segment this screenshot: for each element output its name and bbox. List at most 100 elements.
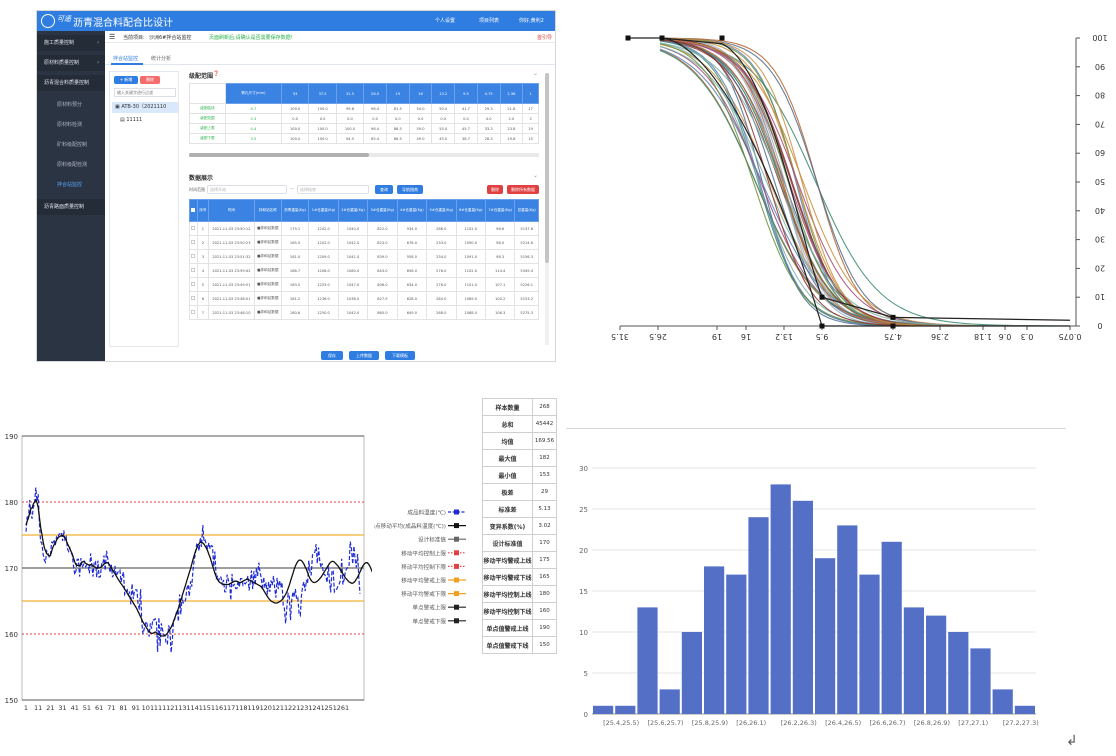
data-cell: 1 [196, 221, 210, 236]
start-date-input[interactable]: 选择开始 [207, 185, 287, 194]
vertical-scrollbar-thumb[interactable] [545, 73, 549, 263]
save-button[interactable]: 保存 [321, 351, 343, 360]
row-checkbox[interactable] [191, 282, 196, 286]
sidebar-item-4[interactable]: 原材料检测 [37, 117, 105, 133]
sidebar-item-1[interactable]: 原材料质量控制 [37, 55, 105, 71]
x-tick-label: 161 [215, 704, 227, 712]
x-tick-label: [27.2,27.3) [1003, 719, 1039, 727]
sidebar-item-7[interactable]: 拌合站监控 [37, 177, 105, 193]
histogram-bar [1014, 705, 1035, 714]
limit-marker [719, 35, 725, 41]
data-cell: 1042.0 [337, 235, 369, 250]
grading-cell: 33.3 [476, 123, 501, 134]
data-cell: 1208.0 [308, 263, 339, 278]
nav-project-list[interactable]: 项目列表 [479, 17, 499, 24]
stats-row: 移动平均警戒下线 165 [482, 568, 557, 586]
chevron-right-icon[interactable]: › [97, 59, 99, 66]
row-checkbox[interactable] [191, 226, 196, 230]
data-cell: 1090.0 [455, 235, 486, 250]
guide-link[interactable]: 首引导 [537, 34, 552, 41]
x-tick-label: 121 [166, 704, 178, 712]
add-button[interactable]: + 新增 [114, 76, 138, 84]
crumb-prefix: 当前项目: [123, 35, 145, 41]
sidebar-item-3[interactable]: 原材料预分 [37, 97, 105, 113]
grading-cell: 2 [522, 113, 539, 124]
x-tick-label: 131 [178, 704, 190, 712]
row-checkbox[interactable] [191, 268, 196, 272]
y-tick-label: 60 [1095, 148, 1105, 157]
data-cell: 2021-11-03 23:49:51 [208, 277, 255, 292]
row-checkbox[interactable] [191, 310, 196, 314]
data-cell: 180.6 [280, 305, 310, 320]
data-cell: 3 [196, 249, 210, 264]
table-row[interactable]: 3 2021-11-03 23:51:32 ■拌和站数据 181.0 1209.0 104… [189, 249, 539, 264]
data-cell: 186.7 [280, 263, 310, 278]
delete-row-button[interactable]: 删除 [487, 185, 503, 194]
nav-personal-settings[interactable]: 个人设置 [435, 17, 455, 24]
stats-row: 单点值警戒上线 190 [482, 619, 557, 637]
table-row[interactable]: 7 2021-11-03 23:48:10 ■拌和站数据 180.6 1250.0 104… [189, 305, 539, 320]
grading-cell: 38.7 [454, 133, 478, 144]
data-header-cell: 时间 [208, 199, 255, 222]
sidebar-item-6[interactable]: 原料级配检测 [37, 157, 105, 173]
table-row[interactable]: 4 2021-11-03 23:59:42 ■拌和站数据 186.7 1208.0 108… [189, 263, 539, 278]
y-tick-label: 0 [1097, 321, 1102, 330]
scrollbar-thumb[interactable] [189, 153, 369, 157]
sidebar-item-8[interactable]: 沥青路面质量控制 [37, 199, 105, 215]
end-date-input[interactable]: 选择结束 [297, 185, 369, 194]
data-cell: 822.0 [367, 221, 398, 236]
x-tick-label: 111 [154, 704, 166, 712]
grading-cell: 0.0 [408, 113, 433, 124]
table-row[interactable]: 5 2021-11-03 23:49:51 ■拌和站数据 183.5 1253.0 104… [189, 277, 539, 292]
sidebar-item-5[interactable]: 矿料级配控制 [37, 137, 105, 153]
y-tick-label: 20 [579, 547, 588, 555]
row-checkbox[interactable] [191, 296, 196, 300]
grading-header-cell: 26.5 [363, 83, 387, 104]
delete-all-button[interactable]: 删除所有数据 [507, 185, 539, 194]
x-tick-label: 51 [83, 704, 91, 712]
chevron-down-icon[interactable]: ⌄ [533, 70, 538, 77]
grading-scrollbar[interactable] [189, 153, 539, 157]
nav-user-greeting[interactable]: 你好,黄利2 [519, 17, 544, 24]
stats-row: 样本数量 268 [482, 398, 557, 416]
row-checkbox[interactable] [191, 240, 196, 244]
table-row[interactable]: 2 2021-11-03 23:50:23 ■拌和站数据 165.5 1202.0 104… [189, 235, 539, 250]
tab-statistics[interactable]: 统计分析 [151, 55, 171, 62]
guide-button[interactable]: 导航指南 [397, 185, 423, 194]
vertical-scrollbar[interactable] [545, 73, 549, 345]
grading-header-cell: 37.5 [308, 83, 337, 104]
query-button[interactable]: 查询 [375, 185, 393, 194]
table-row[interactable]: 1 2021-11-03 23:50:12 ■拌和站数据 179.1 1202.0 104… [189, 221, 539, 236]
chevron-down-icon[interactable]: ⌄ [533, 172, 538, 179]
tree-item-11111[interactable]: ▤ 11111 [112, 115, 178, 126]
upload-button[interactable]: 上传数据 [349, 351, 379, 360]
data-cell: 823.0 [367, 235, 398, 250]
histogram-bar [859, 574, 880, 714]
tree-filter-input[interactable] [114, 88, 176, 97]
tree-item-atb30[interactable]: ▣ ATB-30（2021110 [112, 102, 178, 113]
grading-header-cell: 16 [408, 83, 433, 104]
chevron-right-icon[interactable]: › [97, 39, 99, 46]
data-cell: 1088.0 [455, 305, 486, 320]
x-tick-label: 4.75 [884, 332, 902, 341]
delete-button[interactable]: 删除 [140, 76, 160, 84]
grading-cell: 100.0 [308, 133, 337, 144]
help-icon[interactable]: ❓ [213, 71, 219, 77]
row-checkbox[interactable] [191, 254, 196, 258]
stats-key: 最大值 [482, 449, 533, 467]
histogram-bar [948, 632, 969, 714]
download-template-button[interactable]: 下载模板 [385, 351, 415, 360]
x-tick-label: 71 [107, 704, 115, 712]
menu-toggle-icon[interactable]: ☰ [109, 33, 115, 41]
control-chart-legend: 成品料温度(℃) 5点移动平均(成品料温度(℃)) 设计标准值移动平均控制上限移动平… [374, 509, 466, 625]
x-tick-label: 231 [300, 704, 312, 712]
data-cell: 827.9 [367, 291, 398, 306]
table-row[interactable]: 6 2021-11-03 23:48:01 ■拌和站数据 181.2 1236.0 103… [189, 291, 539, 306]
data-cell: 179.1 [280, 221, 310, 236]
tab-mixing-monitor[interactable]: 拌合站监控 [113, 55, 138, 62]
select-all-checkbox[interactable] [191, 208, 196, 212]
data-cell: 628.0 [396, 291, 428, 306]
active-tab-underline [111, 63, 143, 65]
sidebar-item-2[interactable]: 沥青混合料质量控制 [37, 75, 105, 91]
sidebar-item-0[interactable]: 施工质量控制 [37, 35, 105, 51]
